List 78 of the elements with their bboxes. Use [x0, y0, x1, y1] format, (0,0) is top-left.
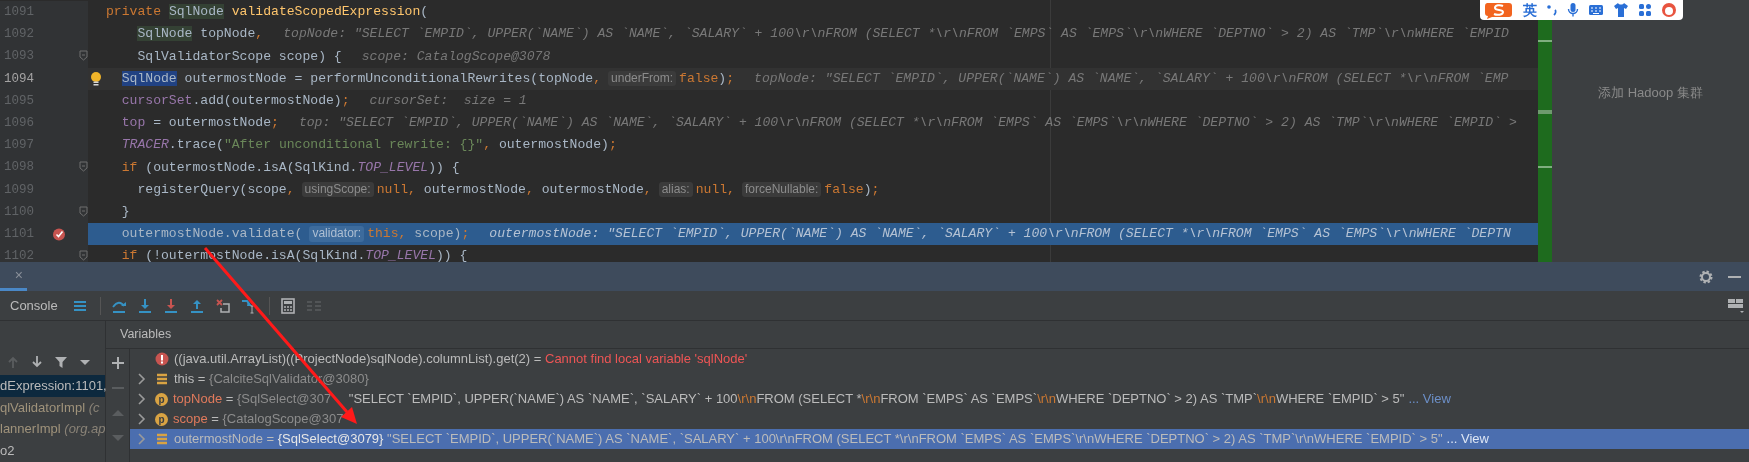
chevron-icon[interactable]: [137, 393, 147, 405]
line-number: 1094: [3, 71, 34, 86]
frame-item[interactable]: o2: [0, 439, 105, 461]
variable-text: scope = {CatalogScope@307: [173, 410, 345, 429]
code-text: false);: [679, 70, 735, 87]
error-icon: [155, 352, 169, 366]
up-arrow-icon[interactable]: [188, 297, 205, 314]
breakpoint-icon[interactable]: [52, 226, 67, 241]
frame-item[interactable]: qlValidatorImpl (c: [0, 396, 105, 418]
view-link[interactable]: ... View: [1408, 389, 1451, 409]
microphone-icon[interactable]: [1567, 2, 1579, 18]
inline-value: scope: CatalogScope@3078: [361, 48, 551, 65]
code-text: top = outermostNode;: [121, 115, 279, 131]
chevron-icon[interactable]: [137, 413, 147, 425]
parameter-hint: forceNullable:: [742, 181, 822, 198]
avatar-icon[interactable]: [1661, 2, 1677, 18]
code-text: false);: [824, 181, 880, 198]
calculator-icon[interactable]: [279, 297, 296, 314]
inline-value: top: "SELECT `EMPID`, UPPER(`NAME`) AS `NAME`, `SALARY` + 100\r\nFROM (SELECT *\r\nFROM `EMPS` AS `EMPS`\r\nWHERE `DEPTNO` > 2) AS `TMP`\r\nWHERE `EMPID` >: [298, 115, 1517, 131]
code-text: TRACER.trace("After unconditional rewrite: {}", outermostNode);: [121, 137, 617, 154]
logo-icon[interactable]: [1484, 1, 1514, 19]
fold-icon[interactable]: [79, 250, 88, 262]
variable-text: topNode = {SqlSelect@307 "SELECT `EMPID`, UPPER(`NAME`) AS `NAME`, `SALARY` + 100\r\nFROM (SELECT *\r\nFROM `EMPS` AS `EMPS`\r\nWHERE `DEPTNO` > 2) AS `TMP`\r\nWHERE `EMPID` > 5": [173, 390, 1405, 409]
grid-icon[interactable]: [1638, 3, 1652, 17]
shirt-icon[interactable]: [1613, 2, 1629, 18]
fold-icon[interactable]: [79, 50, 88, 62]
lightbulb-icon[interactable]: [90, 70, 102, 87]
parameter-hint: underFrom:: [608, 70, 677, 87]
code-text: SqlNode topNode,: [137, 26, 264, 43]
cross-frame-icon[interactable]: [214, 297, 231, 314]
inline-value: topNode: "SELECT `EMPID`, UPPER(`NAME`) AS `NAME`, `SALARY` + 100\r\nFROM (SELECT *\r\nFROM `EMPS` AS `EMPS`\r\nWHERE `DEPTNO` > 2) AS `TMP`\r\nWHERE `EMPID: [283, 26, 1509, 43]
variable-row[interactable]: p scope = {CatalogScope@307: [130, 409, 1749, 429]
parameter-hint: alias:: [658, 181, 693, 198]
code-text: null,: [695, 181, 735, 198]
keyboard-icon[interactable]: [1588, 3, 1604, 17]
frame-item[interactable]: lannerImpl (org.ap: [0, 418, 105, 440]
down-arrow-icon[interactable]: [162, 297, 179, 314]
code-text: if (outermostNode.isA(SqlKind.TOP_LEVEL)) {: [121, 159, 460, 176]
parameter-icon: p: [155, 412, 168, 426]
close-button[interactable]: ×: [14, 268, 23, 282]
panel-title: Variables: [120, 326, 172, 344]
code-text: outermostNode.validate(: [121, 226, 303, 242]
variable-text: outermostNode = {SqlSelect@3079} "SELECT `EMPID`, UPPER(`NAME`) AS `NAME`, `SALARY` + 100\r\nFROM (SELECT *\r\nFROM `EMPS` AS `EMPS`\r\nWHERE `DEPTNO` > 2) AS `TMP`\r\nWHERE `EMPID` > 5": [174, 430, 1443, 449]
fold-icon[interactable]: [79, 205, 88, 217]
view-link[interactable]: ... View: [1446, 429, 1489, 449]
parameter-hint: validator:: [309, 226, 365, 242]
code-text: SqlValidatorScope scope) {: [137, 48, 342, 65]
frame-item[interactable]: dExpression:1101,: [0, 375, 105, 397]
fold-icon[interactable]: [79, 161, 88, 173]
punctuation-icon[interactable]: [1546, 2, 1558, 18]
field-icon: [155, 372, 169, 386]
down-arrow-icon[interactable]: [136, 297, 153, 314]
code-text: cursorSet.add(outermostNode);: [121, 93, 350, 109]
input-mode-toggle[interactable]: 英: [1523, 2, 1537, 18]
funnel-icon[interactable]: [54, 355, 68, 369]
code-text: private SqlNode validateScopedExpression(: [106, 4, 429, 20]
code-text: registerQuery(scope,: [137, 181, 295, 198]
parameter-hint: usingScope:: [301, 181, 374, 198]
parameter-icon: p: [155, 392, 168, 406]
tab[interactable]: ×: [0, 262, 27, 291]
layout-icon[interactable]: [1727, 296, 1745, 315]
code-text: }: [121, 203, 130, 220]
code-text: this, scope);: [367, 226, 470, 242]
inline-value: topNode: "SELECT `EMPID`, UPPER(`NAME`) AS `NAME`, `SALARY` + 100\r\nFROM (SELECT *\r\nFROM `EMP: [754, 70, 1509, 87]
console-tab[interactable]: Console: [10, 295, 58, 316]
down-arrow-icon[interactable]: [30, 355, 44, 369]
inline-value: outermostNode: "SELECT `EMPID`, UPPER(`NAME`) AS `NAME`, `SALARY` + 100\r\nFROM (SELECT *\r\nFROM `EMPS` AS `EMPS`\r\nWHERE `DEPTN: [489, 226, 1511, 242]
plus-icon[interactable]: [110, 356, 125, 370]
settings-icon[interactable]: [1698, 268, 1714, 285]
chevron-icon[interactable]: [137, 373, 147, 385]
code-text: null, outermostNode, outermostNode,: [376, 181, 652, 198]
inline-value: cursorSet: size = 1: [369, 93, 527, 109]
cursor-arrow-icon[interactable]: [240, 297, 257, 314]
variable-row[interactable]: p topNode = {SqlSelect@307 "SELECT `EMPID`, UPPER(`NAME`) AS `NAME`, `SALARY` + 100\r\nFROM (SELECT *\r\nFROM `EMPS` AS `EMPS`\r\nWHERE `DEPTNO` > 2) AS `TMP`\r\nWHERE `EMPID` > 5" ... View: [130, 389, 1749, 409]
panel-text: 添加 Hadoop 集群: [1598, 84, 1703, 99]
code-text: SqlNode outermostNode = performUnconditionalRewrites(topNode,: [121, 70, 602, 87]
variable-row[interactable]: outermostNode = {SqlSelect@3079} "SELECT `EMPID`, UPPER(`NAME`) AS `NAME`, `SALARY` + 100\r\nFROM (SELECT *\r\nFROM `EMPS` AS `EMPS`\r\nWHERE `DEPTNO` > 2) AS `TMP`\r\nWHERE `EMPID` > 5" ... View: [130, 429, 1749, 449]
field-icon: [155, 432, 169, 446]
